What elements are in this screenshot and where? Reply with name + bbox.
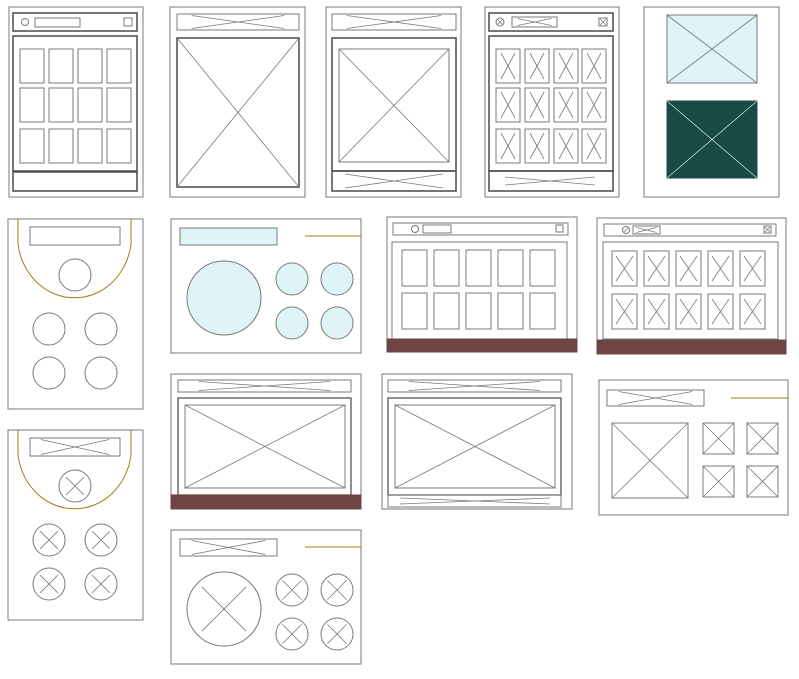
tablet-wireframe-image-grid (596, 217, 787, 355)
button-circle (32, 356, 66, 390)
tile (19, 128, 45, 164)
status-icon (411, 225, 419, 233)
tile (465, 249, 492, 287)
footer-bar (170, 494, 362, 510)
watch-wireframe-circles (7, 218, 144, 410)
tile (433, 292, 460, 330)
tile (465, 292, 492, 330)
title-field (422, 224, 452, 234)
tile (19, 48, 45, 84)
landscape-wireframe-image-circles (170, 529, 362, 665)
landscape-wireframe-single-image-crossed-bars (381, 373, 573, 510)
content-circle (320, 262, 354, 296)
content-circle (275, 306, 309, 340)
content-area (602, 241, 779, 340)
frame (598, 379, 789, 516)
color-swatch-card (643, 6, 780, 198)
frame (170, 373, 362, 510)
top-bar (392, 222, 569, 236)
button-circle (84, 356, 118, 390)
wireframe-sheet (7, 6, 789, 665)
tile (19, 87, 45, 123)
frame (381, 373, 573, 510)
top-bar (488, 12, 614, 32)
top-bar (12, 12, 138, 32)
tile (497, 249, 524, 287)
close-icon-stroke (623, 227, 629, 233)
tile (106, 48, 132, 84)
content-circle (275, 262, 309, 296)
tile (106, 87, 132, 123)
tile (401, 292, 428, 330)
tile (77, 87, 103, 123)
content-circle (320, 306, 354, 340)
image-frame (331, 37, 457, 172)
menu-icon (555, 224, 564, 233)
frame (170, 529, 362, 665)
button-circle (32, 312, 66, 346)
tile (433, 249, 460, 287)
tile (77, 48, 103, 84)
title-field (179, 227, 278, 246)
tile (77, 128, 103, 164)
title-field (29, 226, 121, 246)
content-circle (186, 260, 262, 336)
frame (7, 218, 144, 410)
landscape-wireframe-circles (170, 218, 362, 354)
frame (7, 429, 144, 621)
watch-wireframe-image-circles (7, 429, 144, 621)
content-area (12, 35, 138, 172)
status-icon (21, 18, 29, 26)
dial-outline (17, 219, 132, 299)
phone-wireframe-tile-grid (8, 6, 144, 198)
landscape-wireframe-image-thumbnails (598, 379, 789, 516)
menu-icon (123, 17, 133, 27)
phone-wireframe-single-image (169, 6, 306, 198)
tile (497, 292, 524, 330)
tile (529, 292, 556, 330)
frame (386, 216, 578, 353)
dial-outline (17, 430, 132, 510)
tile (106, 128, 132, 164)
tile (48, 128, 74, 164)
frame (325, 6, 462, 198)
tile (401, 249, 428, 287)
tile (48, 48, 74, 84)
button-circle (84, 312, 118, 346)
phone-wireframe-single-image-crossed-bars (325, 6, 462, 198)
landscape-wireframe-single-image-footer (170, 373, 362, 510)
tile (529, 249, 556, 287)
footer-bar (596, 339, 787, 355)
content-area (391, 241, 568, 340)
phone-wireframe-image-grid (484, 6, 620, 198)
frame (169, 6, 306, 198)
button-circle (58, 258, 92, 292)
bottom-bar (12, 171, 138, 192)
title-field (34, 17, 81, 28)
tile (48, 87, 74, 123)
tablet-wireframe-tile-grid (386, 216, 578, 353)
footer-bar (386, 338, 578, 353)
